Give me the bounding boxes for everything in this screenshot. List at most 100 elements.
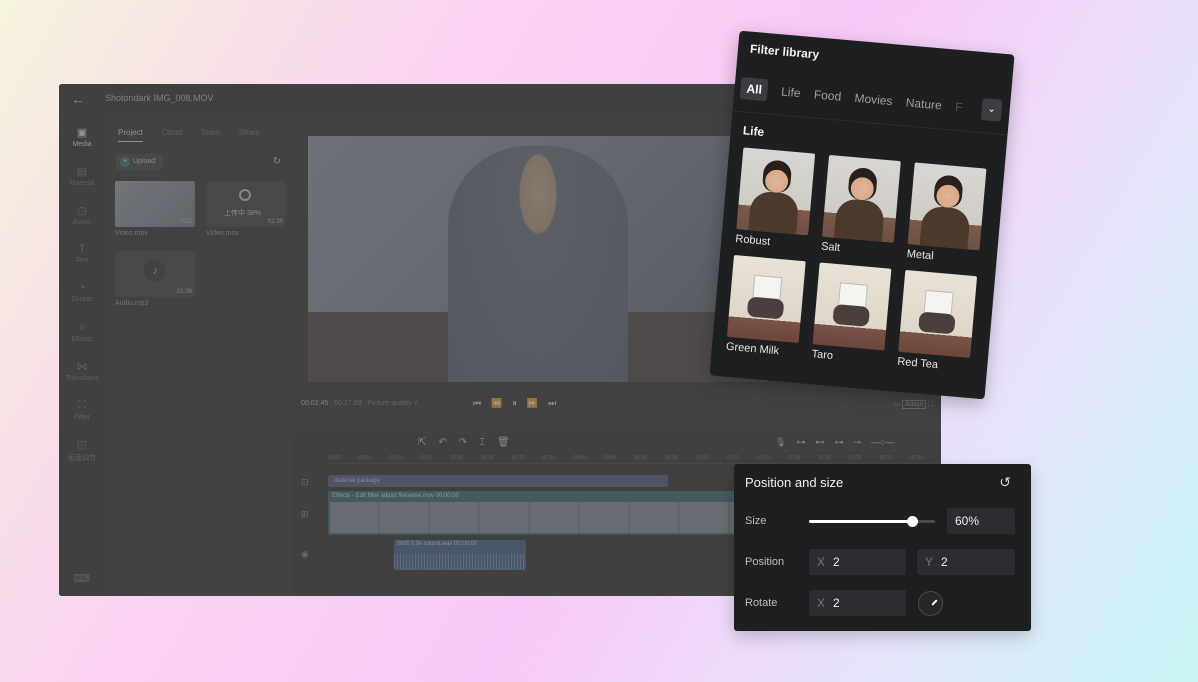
position-label: Position <box>745 556 785 568</box>
nav-material[interactable]: ▤ Material <box>59 165 105 187</box>
size-slider[interactable] <box>809 516 935 527</box>
filter-card[interactable]: Green Milk <box>725 254 809 359</box>
tab-project[interactable]: Project <box>118 128 143 142</box>
preview-axis-icon[interactable]: ⊶ <box>834 437 843 447</box>
media-item[interactable]: ♪ 01:39 Audio.mp3 <box>115 251 195 307</box>
quality-dropdown[interactable]: Picture quality ˅ <box>368 400 418 407</box>
audio-clip[interactable]: Shift 0.0x sound.wav 00:00:00 <box>394 540 526 570</box>
aspect-icon[interactable]: ▭ <box>893 401 900 408</box>
nav-filter[interactable]: ⛶ Filter <box>59 399 105 421</box>
chevron-down-icon[interactable]: ⌄ <box>980 98 1003 122</box>
media-name: Video.mov <box>206 230 239 237</box>
package-clip[interactable]: material package <box>328 475 668 487</box>
position-x-input[interactable]: X2 <box>809 549 906 575</box>
nav-transitions[interactable]: ⋈ Transitions <box>59 360 105 382</box>
tab-share[interactable]: Share <box>239 128 260 141</box>
pause-icon[interactable]: ⏸ <box>512 398 527 408</box>
tab-more-cut-off[interactable]: F <box>954 96 964 119</box>
filter-card[interactable]: Red Tea <box>897 269 981 374</box>
tab-life[interactable]: Life <box>780 81 802 105</box>
tab-cloud[interactable]: Cloud <box>161 128 182 141</box>
skip-start-icon[interactable]: ⏮ <box>473 398 491 408</box>
nav-text[interactable]: T Text <box>59 243 105 264</box>
rotate-label: Rotate <box>745 597 778 609</box>
filter-card[interactable]: Taro <box>811 262 895 366</box>
reset-icon[interactable]: ↺ <box>999 474 1011 491</box>
upload-button[interactable]: + Upload <box>116 154 164 170</box>
current-time: 00:02:45 <box>301 400 329 407</box>
filter-name: Taro <box>811 348 834 362</box>
size-slider-handle[interactable] <box>907 516 919 527</box>
video-preview[interactable] <box>308 136 768 382</box>
delete-icon[interactable]: 🗑 <box>497 437 510 448</box>
size-slider-fill <box>809 520 913 523</box>
zoom-fit-icon[interactable]: ⊸ <box>853 437 861 447</box>
fullscreen-icon[interactable]: ⛶ <box>928 401 933 408</box>
media-tabs: Project Cloud Team Share <box>118 122 274 142</box>
tab-all[interactable]: All <box>739 76 769 102</box>
ruler-tick-label: 00:40 <box>573 455 586 461</box>
ruler-tick-label: 00:10 <box>389 455 402 461</box>
audio-clip-label: Shift 0.0x sound.wav 00:00:00 <box>397 541 478 547</box>
media-item[interactable]: 0:12 Video.mov <box>115 181 195 237</box>
lock-track-icon[interactable]: ⊡ <box>301 477 309 488</box>
tab-nature[interactable]: Nature <box>905 91 943 116</box>
filter-card[interactable]: Salt <box>821 154 905 259</box>
zoom-slider[interactable]: —○— <box>871 437 894 447</box>
rotate-input[interactable]: X2 <box>809 590 906 616</box>
split-icon[interactable]: ⌶ <box>479 437 485 448</box>
select-tool-icon[interactable]: ⇱ <box>418 437 426 448</box>
filter-thumbnail <box>726 254 806 343</box>
size-input[interactable]: 60% <box>947 508 1015 534</box>
timeline-toolbar: ⇱ ↶ ↷ ⌶ 🗑 <box>418 437 522 448</box>
undo-icon[interactable]: ↶ <box>438 437 446 448</box>
step-forward-icon[interactable]: ⏩ <box>527 398 548 408</box>
video-thumbnail: 0:12 <box>115 181 195 227</box>
ruler-tick-label: 01:25 <box>849 455 862 461</box>
tab-team[interactable]: Team <box>201 128 221 141</box>
ruler-tick-label: 01:05 <box>726 455 739 461</box>
media-duration: 01:39 <box>176 289 192 295</box>
position-y-input[interactable]: Y2 <box>917 549 1015 575</box>
nav-audio-label: Audio <box>73 219 91 226</box>
step-back-icon[interactable]: ⏪ <box>491 398 512 408</box>
x-axis-label: X <box>817 555 826 569</box>
refresh-icon[interactable]: ↻ <box>273 156 281 167</box>
adapt-button[interactable]: Adapt <box>901 400 927 409</box>
cover-icon[interactable]: ⊞ <box>301 509 309 520</box>
nav-sticker[interactable]: ◔ Sticker <box>59 282 105 303</box>
filter-card[interactable]: Metal <box>906 162 990 266</box>
rotate-dial[interactable] <box>918 591 943 616</box>
material-icon: ▤ <box>76 166 88 178</box>
filter-card[interactable]: Robust <box>735 147 819 251</box>
snap-icon[interactable]: ⊷ <box>815 437 824 447</box>
filter-thumbnail <box>898 269 978 358</box>
audio-track-icon[interactable]: ◉ <box>301 549 309 560</box>
timecode: 00:02:45 00:27:59 Picture quality ˅ <box>301 400 418 407</box>
nav-effects[interactable]: ✧ Effects <box>59 321 105 343</box>
tab-movies[interactable]: Movies <box>854 87 894 112</box>
ruler-tick-label: 00:30 <box>511 455 525 461</box>
microphone-icon[interactable]: 🎙 <box>775 437 786 447</box>
media-icon: ▣ <box>76 127 88 139</box>
media-item[interactable]: 上传中 38% 01:30 Video.mov <box>206 181 286 237</box>
ruler-tick-label: 01:30 <box>879 455 893 461</box>
nav-sticker-label: Sticker <box>71 296 93 303</box>
position-x-value: 2 <box>833 555 840 569</box>
back-arrow-icon[interactable]: ← <box>71 91 85 107</box>
sticker-icon: ◔ <box>78 282 86 294</box>
skip-end-icon[interactable]: ⏭ <box>548 398 566 408</box>
keyboard-icon[interactable]: ⌨ <box>59 572 105 587</box>
nav-audio[interactable]: ◷ Audio <box>59 204 105 226</box>
nav-media[interactable]: ▣ Media <box>59 126 105 148</box>
nav-adjust[interactable]: ◫ 画面调节 <box>59 438 105 463</box>
ruler-tick-label: 01:20 <box>818 455 831 461</box>
redo-icon[interactable]: ↷ <box>459 437 467 448</box>
y-axis-label: Y <box>925 555 934 569</box>
audio-thumbnail: ♪ 01:39 <box>115 251 195 297</box>
music-note-icon: ♪ <box>144 260 166 282</box>
link-icon[interactable]: ⊶ <box>796 437 805 447</box>
transitions-icon: ⋈ <box>76 361 88 373</box>
tab-food[interactable]: Food <box>813 83 842 107</box>
timeline-tools: 🎙 ⊶ ⊷ ⊶ ⊸ —○— <box>775 437 904 448</box>
